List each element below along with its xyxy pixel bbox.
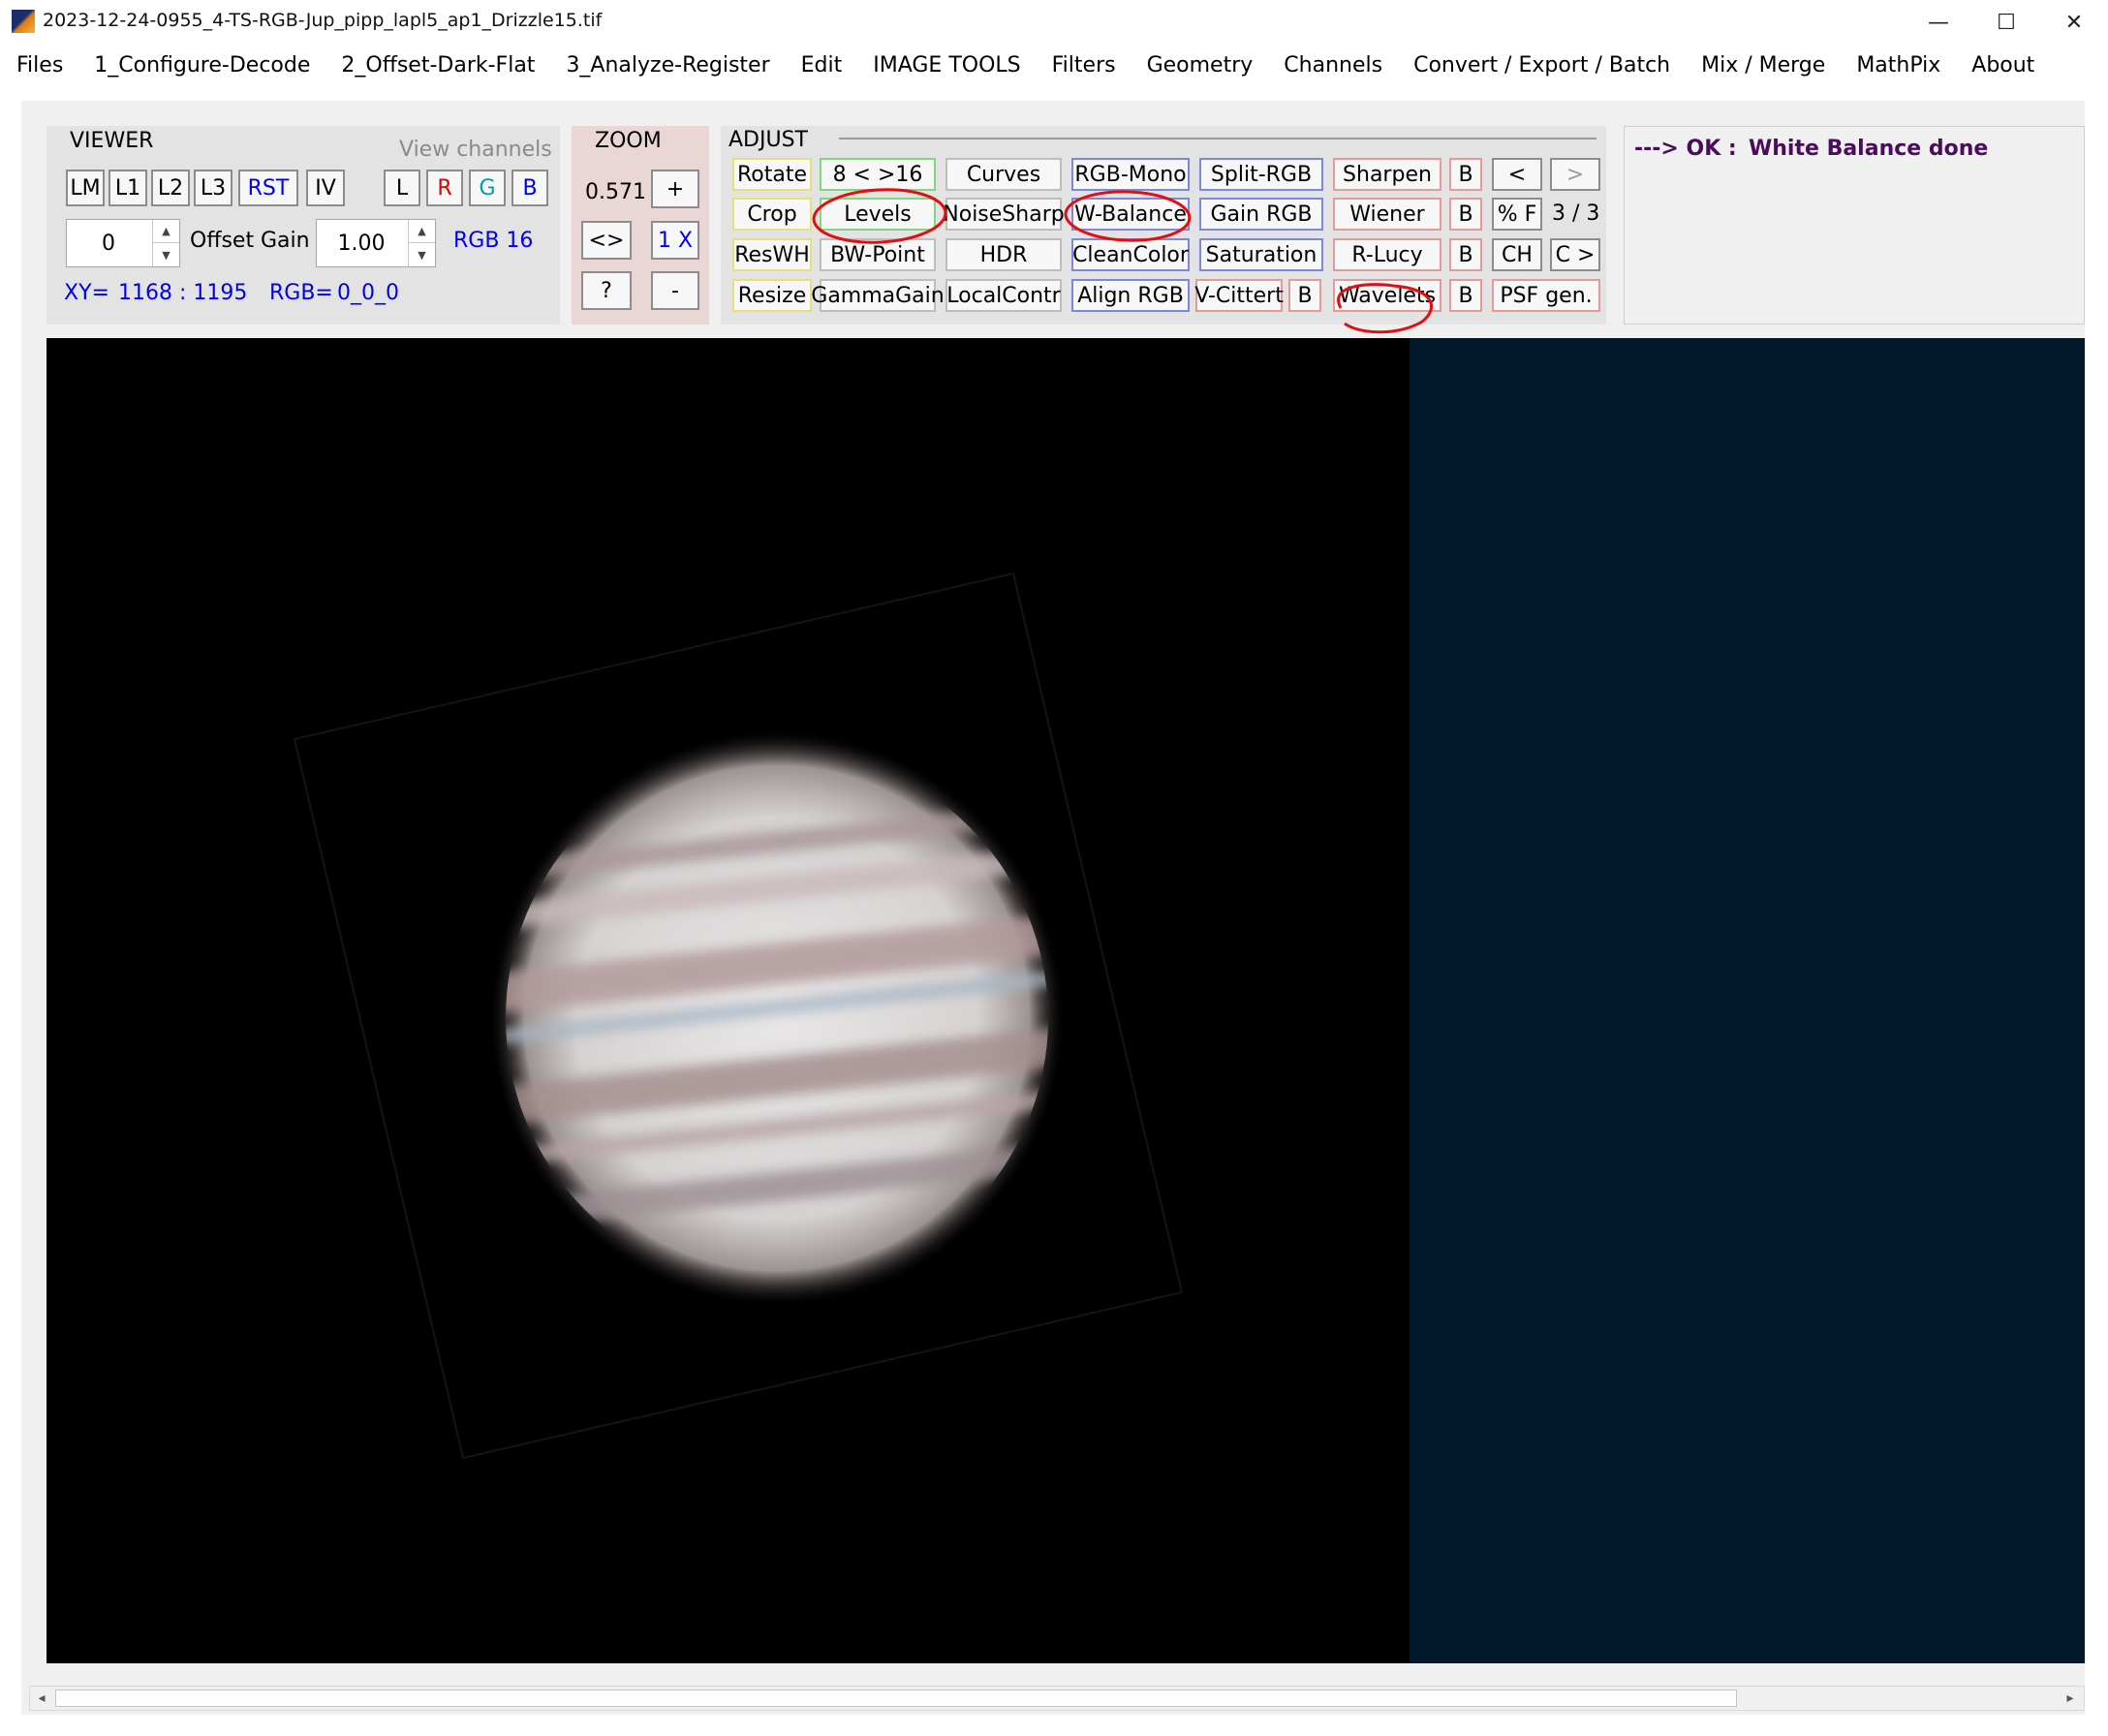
w-balance-annotation-circle (1064, 190, 1192, 242)
status-panel: ---> OK : White Balance done (1624, 126, 2085, 325)
wavelets-annotation-circle (1337, 283, 1433, 334)
planet-disk (490, 731, 1064, 1305)
image-viewport[interactable] (46, 338, 2085, 1663)
horizontal-scrollbar[interactable]: ◂ ▸ (29, 1686, 2085, 1711)
scroll-left-icon[interactable]: ◂ (32, 1689, 51, 1708)
status-message: White Balance done (1749, 137, 1989, 161)
jupiter-image (293, 572, 1184, 1460)
scrollbar-thumb[interactable] (55, 1690, 1737, 1707)
status-prefix: ---> OK : (1634, 137, 1737, 161)
levels-annotation-circle (812, 188, 947, 244)
scroll-right-icon[interactable]: ▸ (2061, 1689, 2080, 1708)
